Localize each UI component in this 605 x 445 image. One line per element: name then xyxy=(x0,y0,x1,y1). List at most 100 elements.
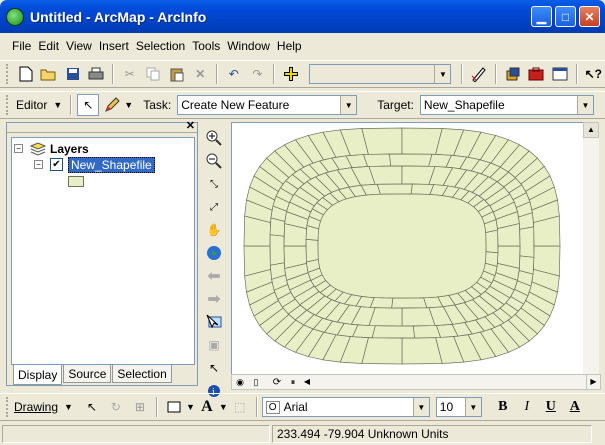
stadium-section-polygon[interactable] xyxy=(391,297,428,309)
layers-root-label[interactable]: Layers xyxy=(50,142,89,156)
open-folder-icon[interactable] xyxy=(38,63,60,85)
layer-visibility-checkbox[interactable]: ✔ xyxy=(50,158,63,171)
undo-icon[interactable]: ↶ xyxy=(223,63,245,85)
chevron-down-icon[interactable]: ▼ xyxy=(64,402,73,412)
stadium-section-polygon[interactable] xyxy=(361,337,403,365)
collapse-toggle[interactable]: − xyxy=(14,144,23,153)
chevron-down-icon[interactable]: ▼ xyxy=(186,402,195,412)
copy-icon[interactable] xyxy=(143,63,165,85)
stadium-section-polygon[interactable] xyxy=(401,127,443,155)
command-line-icon[interactable] xyxy=(549,63,571,85)
scroll-up-arrow[interactable]: ▲ xyxy=(583,122,599,138)
drawing-menu[interactable]: Drawing xyxy=(14,400,58,414)
stadium-section-polygon[interactable] xyxy=(305,238,319,263)
tab-selection[interactable]: Selection xyxy=(112,365,172,383)
new-document-icon[interactable] xyxy=(15,63,37,85)
refresh-icon[interactable]: ⟳ xyxy=(270,375,284,389)
rotate-icon[interactable]: ↻ xyxy=(105,396,127,418)
editor-toolbar-icon[interactable] xyxy=(468,63,490,85)
add-data-icon[interactable] xyxy=(280,63,302,85)
layer-symbol-swatch[interactable] xyxy=(68,176,84,187)
minimize-button[interactable]: ▁ xyxy=(531,6,552,27)
chevron-down-icon[interactable]: ▼ xyxy=(53,100,62,110)
edit-vertices-icon[interactable]: ⬚ xyxy=(229,396,251,418)
fixed-zoom-out-icon[interactable]: ⤢ xyxy=(203,196,225,218)
forward-arrow-icon[interactable]: ➡ xyxy=(203,288,225,310)
stadium-polygons[interactable] xyxy=(232,123,582,375)
pan-hand-icon[interactable]: ✋ xyxy=(203,219,225,241)
menu-view[interactable]: View xyxy=(66,39,92,53)
new-text-icon[interactable]: A xyxy=(196,396,218,418)
layout-view-icon[interactable]: ▯ xyxy=(249,375,263,389)
zoom-out-icon[interactable] xyxy=(203,150,225,172)
fixed-zoom-in-icon[interactable]: ⤡ xyxy=(203,173,225,195)
whats-this-help-icon[interactable]: ↖? xyxy=(583,63,605,85)
clear-selection-icon[interactable]: ▣ xyxy=(203,334,225,356)
collapse-toggle[interactable]: − xyxy=(34,160,43,169)
stadium-section-polygon[interactable] xyxy=(401,337,443,365)
save-icon[interactable] xyxy=(62,63,84,85)
menu-edit[interactable]: Edit xyxy=(38,39,59,53)
select-features-icon[interactable] xyxy=(203,311,225,333)
paste-icon[interactable] xyxy=(166,63,188,85)
menu-file[interactable]: File xyxy=(12,39,31,53)
menu-window[interactable]: Window xyxy=(227,39,270,53)
stadium-section-polygon[interactable] xyxy=(401,307,436,327)
print-icon[interactable] xyxy=(86,63,108,85)
task-dropdown[interactable]: Create New Feature ▼ xyxy=(177,95,358,115)
stadium-section-polygon[interactable] xyxy=(371,325,415,339)
maximize-button[interactable]: □ xyxy=(555,6,576,27)
map-display[interactable] xyxy=(231,122,599,376)
editor-menu[interactable]: Editor xyxy=(16,98,47,112)
pause-drawing-icon[interactable]: ⏸ xyxy=(286,375,300,389)
zoom-whole-page-icon[interactable]: ⊞ xyxy=(129,396,151,418)
stadium-section-polygon[interactable] xyxy=(389,153,433,167)
arctoolbox-icon[interactable] xyxy=(526,63,548,85)
target-dropdown[interactable]: New_Shapefile ▼ xyxy=(419,95,594,115)
tab-display[interactable]: Display xyxy=(13,365,63,385)
rectangle-icon[interactable] xyxy=(163,396,185,418)
full-extent-globe-icon[interactable] xyxy=(203,242,225,264)
stadium-section-polygon[interactable] xyxy=(412,325,441,339)
edit-tool-arrow-icon[interactable]: ↖ xyxy=(77,94,100,116)
tab-source[interactable]: Source xyxy=(63,365,112,383)
bold-button[interactable]: B xyxy=(492,396,514,418)
close-icon[interactable]: ✕ xyxy=(186,119,195,132)
vertical-scrollbar[interactable]: ▲ xyxy=(583,122,599,374)
toolbar-grip[interactable] xyxy=(6,95,10,115)
select-elements-arrow-icon[interactable]: ↖ xyxy=(203,357,225,379)
menu-help[interactable]: Help xyxy=(277,39,302,53)
stadium-section-polygon[interactable] xyxy=(361,127,403,155)
menu-selection[interactable]: Selection xyxy=(136,39,185,53)
stadium-section-polygon[interactable] xyxy=(363,153,392,167)
stadium-section-polygon[interactable] xyxy=(519,226,535,258)
menu-tools[interactable]: Tools xyxy=(192,39,220,53)
stadium-section-polygon[interactable] xyxy=(485,229,499,254)
underline-button[interactable]: U xyxy=(540,396,562,418)
scroll-left-arrow[interactable]: ◀ xyxy=(301,375,313,389)
map-scale-combo[interactable]: ▼ xyxy=(308,64,452,84)
stadium-section-polygon[interactable] xyxy=(269,234,285,266)
font-dropdown[interactable]: O Arial ▼ xyxy=(261,397,430,417)
toolbar-grip[interactable] xyxy=(6,64,10,84)
stadium-section-polygon[interactable] xyxy=(368,165,403,185)
field-polygon[interactable] xyxy=(317,193,487,299)
italic-button[interactable]: I xyxy=(516,396,538,418)
arccatalog-icon[interactable] xyxy=(502,63,524,85)
chevron-down-icon[interactable]: ▼ xyxy=(124,100,133,110)
stadium-section-polygon[interactable] xyxy=(376,183,413,195)
font-size-dropdown[interactable]: 10 ▼ xyxy=(435,397,482,417)
redo-icon[interactable]: ↷ xyxy=(247,63,269,85)
layer-name-new-shapefile[interactable]: New_Shapefile xyxy=(68,157,155,173)
toolbar-grip[interactable] xyxy=(6,397,10,417)
scroll-right-arrow[interactable]: ▶ xyxy=(586,375,600,389)
menu-insert[interactable]: Insert xyxy=(99,39,129,53)
zoom-in-icon[interactable] xyxy=(203,127,225,149)
font-color-icon[interactable]: A xyxy=(564,396,586,418)
back-arrow-icon[interactable]: ⬅ xyxy=(203,265,225,287)
close-button[interactable]: ✕ xyxy=(579,6,600,27)
delete-icon[interactable]: ✕ xyxy=(190,63,212,85)
data-view-icon[interactable]: ◉ xyxy=(233,375,247,389)
horizontal-scrollbar[interactable]: ◉ ▯ ⟳ ⏸ ◀ ▶ xyxy=(231,374,601,390)
sketch-tool-pencil-icon[interactable] xyxy=(101,94,123,116)
